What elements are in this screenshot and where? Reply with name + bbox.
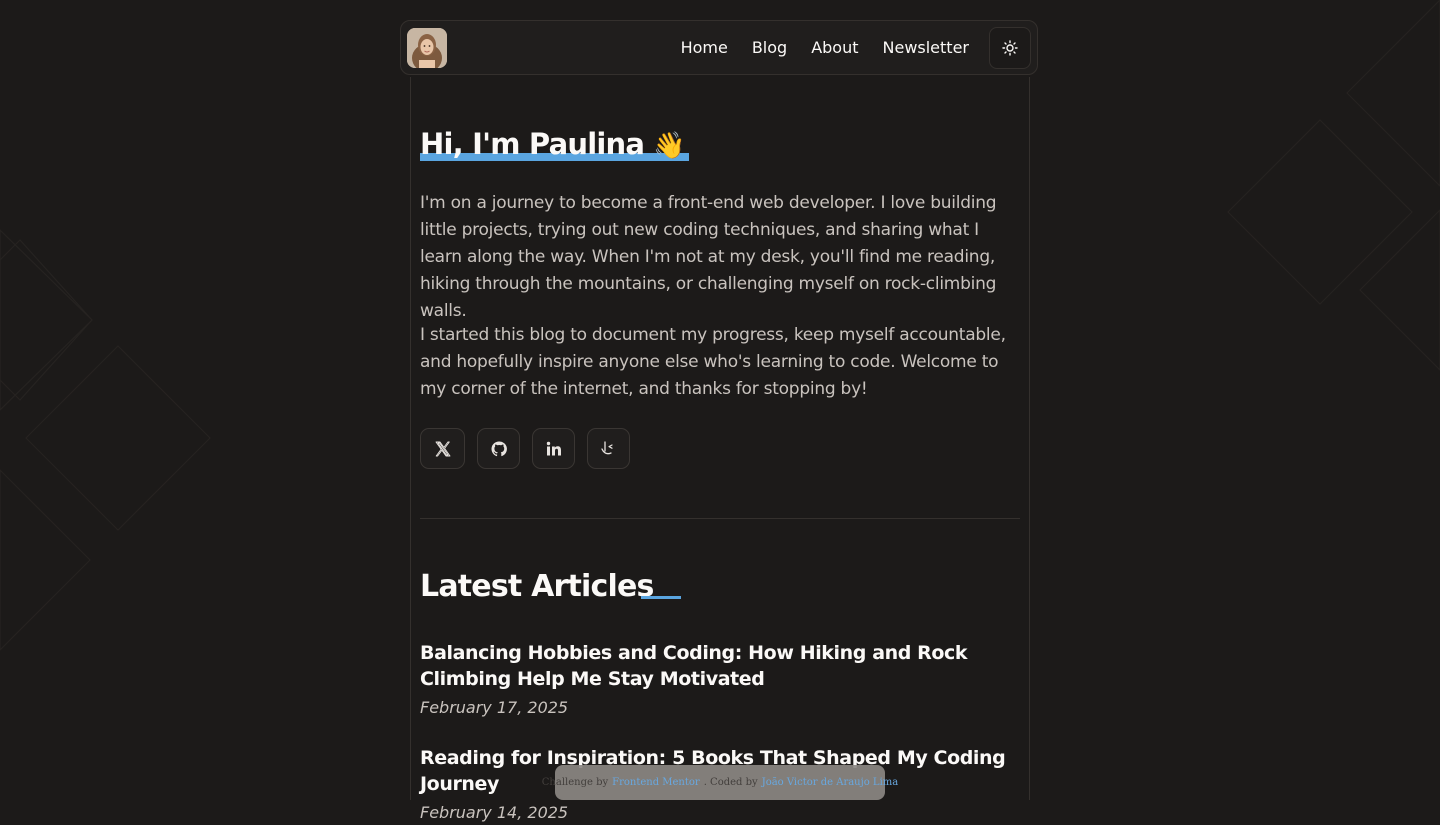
hero-title-text: Hi, I'm Paulina <box>420 127 645 161</box>
frontend-mentor-icon <box>600 440 613 454</box>
hero-title: Hi, I'm Paulina 👋 <box>420 124 689 166</box>
nav-link-newsletter[interactable]: Newsletter <box>883 38 970 57</box>
github-icon <box>491 440 507 456</box>
github-link-button[interactable] <box>477 428 520 469</box>
latest-articles-underline <box>641 596 681 599</box>
social-links <box>420 428 630 469</box>
article-date: February 17, 2025 <box>420 698 569 717</box>
linkedin-link-button[interactable] <box>532 428 575 469</box>
nav-link-about[interactable]: About <box>811 38 858 57</box>
intro-paragraph-2: I started this blog to document my progr… <box>420 325 1006 399</box>
x-link-button[interactable] <box>420 428 465 469</box>
avatar-image <box>407 28 447 68</box>
theme-toggle-button[interactable] <box>989 27 1031 69</box>
article-title[interactable]: Balancing Hobbies and Coding: How Hiking… <box>420 640 1020 692</box>
nav-link-home[interactable]: Home <box>681 38 728 57</box>
linkedin-icon <box>546 441 561 455</box>
intro-paragraph-1: I'm on a journey to become a front-end w… <box>420 193 997 321</box>
attribution-prefix: Challenge by <box>541 777 609 788</box>
hero-title-highlight: Hi, I'm Paulina 👋 <box>420 127 689 161</box>
waving-hand-emoji: 👋 <box>653 131 685 161</box>
frontend-mentor-link-button[interactable] <box>587 428 630 469</box>
avatar[interactable] <box>407 28 447 68</box>
author-link[interactable]: João Victor de Araujo Lima <box>762 777 899 788</box>
attribution-footer: Challenge by Frontend Mentor . Coded by … <box>542 765 898 800</box>
attribution-middle: . Coded by <box>703 777 758 788</box>
x-icon <box>435 441 450 456</box>
article-date: February 14, 2025 <box>420 803 569 822</box>
sun-icon <box>1002 40 1018 56</box>
frontend-mentor-link[interactable]: Frontend Mentor <box>612 777 700 788</box>
latest-articles-title: Latest Articles <box>420 569 654 604</box>
nav-links: Home Blog About Newsletter <box>681 21 969 74</box>
section-divider <box>420 518 1020 519</box>
nav-link-blog[interactable]: Blog <box>752 38 787 57</box>
top-navbar: Home Blog About Newsletter <box>400 20 1038 75</box>
article-item: Balancing Hobbies and Coding: How Hiking… <box>420 640 1020 720</box>
